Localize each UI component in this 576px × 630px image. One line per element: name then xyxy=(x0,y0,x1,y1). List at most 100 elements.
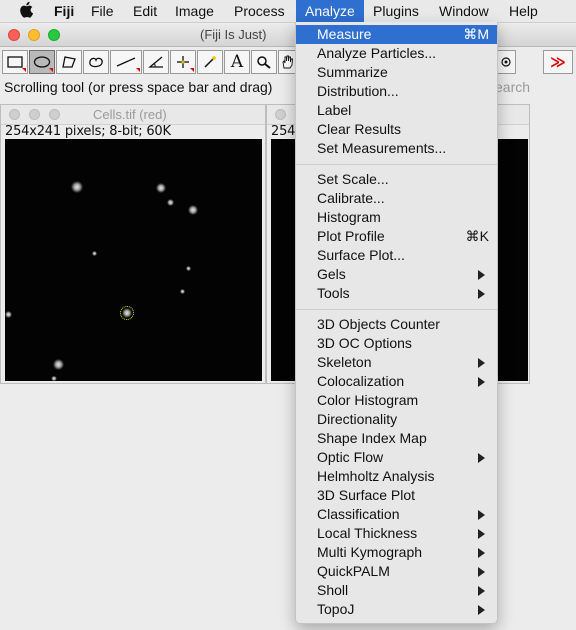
menu-item-calibrate[interactable]: Calibrate... xyxy=(296,189,497,208)
stacks-tool-button[interactable] xyxy=(498,50,516,74)
menu-item-label: Summarize xyxy=(317,64,388,80)
freehand-tool-button[interactable] xyxy=(83,50,109,74)
menu-item-label: Sholl xyxy=(317,582,349,598)
polygon-tool-button[interactable] xyxy=(56,50,82,74)
magnifier-icon xyxy=(257,56,271,69)
menu-analyze[interactable]: Analyze xyxy=(296,0,364,22)
image-info: 254x241 pixels; 8-bit; 60K xyxy=(5,124,171,139)
menu-item-helmholtz-analysis[interactable]: Helmholtz Analysis xyxy=(296,467,497,486)
analyze-menu-dropdown: Measure ⌘M Analyze Particles... Summarize Di… xyxy=(295,22,498,624)
menu-item-multi-kymograph[interactable]: Multi Kymograph xyxy=(296,543,497,562)
menu-item-label: 3D OC Options xyxy=(317,335,412,351)
menu-item-label: Set Measurements... xyxy=(317,140,447,156)
cell-spot xyxy=(156,183,166,193)
submenu-arrow-icon xyxy=(478,529,485,539)
image-window-titlebar[interactable]: Cells.tif (red) xyxy=(1,105,265,125)
more-tools-icon: ≫ xyxy=(550,54,566,71)
menu-help[interactable]: Help xyxy=(500,0,547,22)
menu-item-label: Directionality xyxy=(317,411,398,427)
line-tool-button[interactable] xyxy=(110,50,142,74)
close-button[interactable] xyxy=(9,109,20,120)
menu-edit[interactable]: Edit xyxy=(124,0,166,22)
menu-item-analyze-particles[interactable]: Analyze Particles... xyxy=(296,44,497,63)
menu-item-3d-surface-plot[interactable]: 3D Surface Plot xyxy=(296,486,497,505)
oval-icon xyxy=(33,56,51,68)
image-info: 254 xyxy=(271,124,296,139)
menu-separator xyxy=(296,309,497,310)
image-canvas[interactable] xyxy=(5,139,262,381)
menu-item-histogram[interactable]: Histogram xyxy=(296,208,497,227)
rectangle-tool-button[interactable] xyxy=(2,50,28,74)
menu-item-label: Optic Flow xyxy=(317,449,384,465)
menu-item-classification[interactable]: Classification xyxy=(296,505,497,524)
menu-item-gels[interactable]: Gels xyxy=(296,265,497,284)
menu-item-sholl[interactable]: Sholl xyxy=(296,581,497,600)
wand-tool-button[interactable] xyxy=(197,50,223,74)
menu-item-set-measurements[interactable]: Set Measurements... xyxy=(296,139,497,158)
submenu-arrow-icon xyxy=(478,586,485,596)
menu-item-local-thickness[interactable]: Local Thickness xyxy=(296,524,497,543)
submenu-arrow-icon xyxy=(478,270,485,280)
menu-item-label: 3D Surface Plot xyxy=(317,487,416,503)
menu-item-quickpalm[interactable]: QuickPALM xyxy=(296,562,497,581)
minimize-button[interactable] xyxy=(29,109,40,120)
zoom-tool-button[interactable] xyxy=(251,50,277,74)
cell-spot xyxy=(188,205,198,215)
line-icon xyxy=(116,57,136,67)
menu-separator xyxy=(296,164,497,165)
scroll-tool-button[interactable] xyxy=(278,50,296,74)
menu-item-measure[interactable]: Measure ⌘M xyxy=(296,25,497,44)
angle-tool-button[interactable] xyxy=(143,50,169,74)
zoom-button[interactable] xyxy=(49,109,60,120)
menu-item-label[interactable]: Label xyxy=(296,101,497,120)
menu-item-surface-plot[interactable]: Surface Plot... xyxy=(296,246,497,265)
submenu-arrow-icon xyxy=(478,567,485,577)
menu-item-summarize[interactable]: Summarize xyxy=(296,63,497,82)
point-icon xyxy=(177,56,189,68)
menu-item-label: Tools xyxy=(317,285,350,301)
menu-item-label: Color Histogram xyxy=(317,392,419,408)
cell-spot xyxy=(92,251,97,256)
menu-item-color-histogram[interactable]: Color Histogram xyxy=(296,391,497,410)
submenu-arrow-icon xyxy=(478,358,485,368)
menu-item-shortcut: ⌘K xyxy=(465,228,489,244)
menu-image[interactable]: Image xyxy=(166,0,223,22)
more-tools-button[interactable]: ≫ xyxy=(543,50,573,74)
menu-item-3d-oc-options[interactable]: 3D OC Options xyxy=(296,334,497,353)
main-window-title: (Fiji Is Just) xyxy=(200,27,267,42)
menu-plugins[interactable]: Plugins xyxy=(364,0,428,22)
menu-item-tools[interactable]: Tools xyxy=(296,284,497,303)
zoom-button[interactable] xyxy=(48,29,60,41)
menu-item-optic-flow[interactable]: Optic Flow xyxy=(296,448,497,467)
menu-bar: Fiji File Edit Image Process Analyze Plu… xyxy=(0,0,576,23)
menu-item-shape-index-map[interactable]: Shape Index Map xyxy=(296,429,497,448)
text-tool-button[interactable]: A xyxy=(224,50,250,74)
menu-item-3d-objects-counter[interactable]: 3D Objects Counter xyxy=(296,315,497,334)
point-tool-button[interactable] xyxy=(170,50,196,74)
menu-item-topoj[interactable]: TopoJ xyxy=(296,600,497,619)
menu-window[interactable]: Window xyxy=(430,0,498,22)
menu-item-label: Skeleton xyxy=(317,354,372,370)
menu-file[interactable]: File xyxy=(82,0,123,22)
menu-item-set-scale[interactable]: Set Scale... xyxy=(296,170,497,189)
minimize-button[interactable] xyxy=(28,29,40,41)
menu-item-distribution[interactable]: Distribution... xyxy=(296,82,497,101)
menu-item-skeleton[interactable]: Skeleton xyxy=(296,353,497,372)
menu-item-colocalization[interactable]: Colocalization xyxy=(296,372,497,391)
oval-tool-button[interactable] xyxy=(29,50,55,74)
apple-menu-icon[interactable] xyxy=(19,1,34,24)
menu-item-directionality[interactable]: Directionality xyxy=(296,410,497,429)
menu-item-shortcut: ⌘M xyxy=(463,26,489,42)
menu-item-plot-profile[interactable]: Plot Profile ⌘K xyxy=(296,227,497,246)
menu-item-clear-results[interactable]: Clear Results xyxy=(296,120,497,139)
close-button[interactable] xyxy=(275,109,286,120)
menu-item-label: Distribution... xyxy=(317,83,399,99)
submenu-arrow-icon xyxy=(478,453,485,463)
submenu-arrow-icon xyxy=(478,289,485,299)
menu-item-label: Shape Index Map xyxy=(317,430,427,446)
submenu-arrow-icon xyxy=(478,605,485,615)
menu-item-label: Clear Results xyxy=(317,121,402,137)
menu-process[interactable]: Process xyxy=(225,0,294,22)
close-button[interactable] xyxy=(8,29,20,41)
app-menu-fiji[interactable]: Fiji xyxy=(45,0,83,22)
